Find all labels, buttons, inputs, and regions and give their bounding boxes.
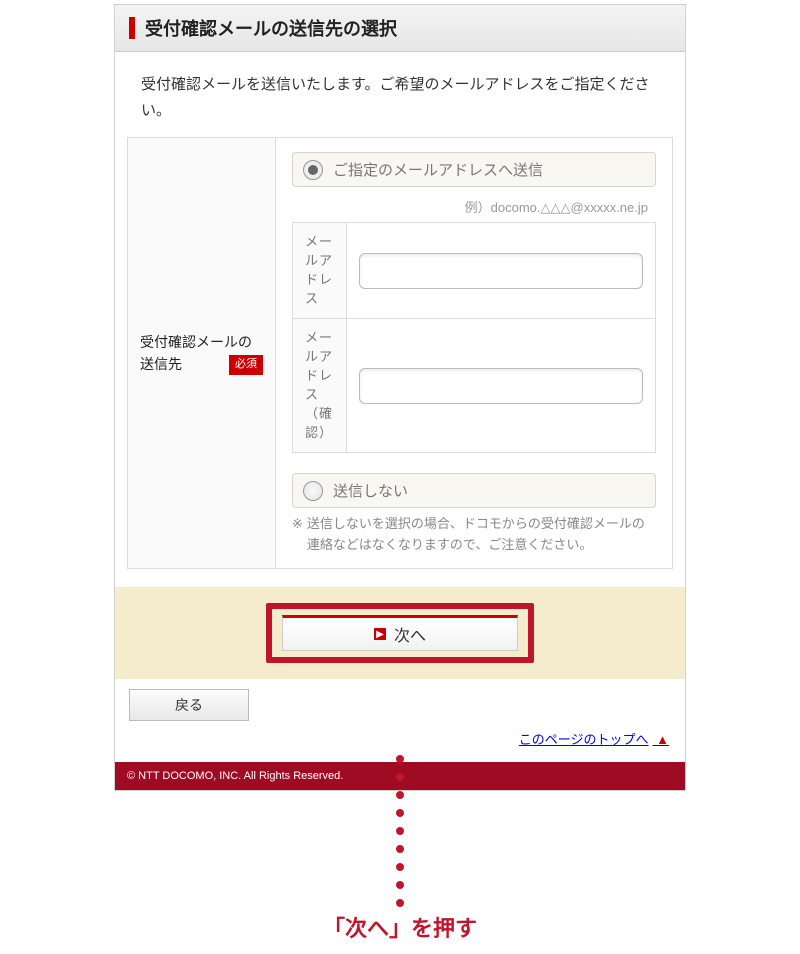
mail-confirm-input[interactable] [359,368,643,404]
section-header: 受付確認メールの送信先の選択 [115,5,685,52]
radio-icon [303,481,323,501]
radio-label-send: ご指定のメールアドレスへ送信 [333,159,543,180]
example-text: 例）docomo.△△△@xxxxx.ne.jp [292,191,656,222]
section-title: 受付確認メールの送信先の選択 [145,15,397,41]
accent-bar-icon [129,17,135,39]
intro-text: 受付確認メールを送信いたします。ご希望のメールアドレスをご指定ください。 [115,52,685,137]
button-band: ▶ 次へ [115,587,685,679]
back-button-label: 戻る [175,695,203,715]
radio-option-send[interactable]: ご指定のメールアドレスへ送信 [292,152,656,187]
next-button-label: 次へ [394,622,426,646]
note-mark: ※ [292,514,303,556]
back-button[interactable]: 戻る [129,689,249,721]
triangle-up-icon: ▲ [653,732,669,747]
field-label-cell: 受付確認メールの送信先 必須 [128,138,276,568]
mail-input[interactable] [359,253,643,289]
radio-option-nosend[interactable]: 送信しない [292,473,656,508]
required-badge: 必須 [229,355,263,375]
input-table: メールアドレス メールアドレス（確認） [292,222,656,453]
next-highlight-box: ▶ 次へ [266,603,534,663]
radio-label-nosend: 送信しない [333,480,408,501]
label-mail: メールアドレス [293,223,347,319]
note: ※ 送信しないを選択の場合、ドコモからの受付確認メールの連絡などはなくなりますの… [292,514,656,556]
arrow-right-icon: ▶ [374,628,386,640]
page-top-link[interactable]: このページのトップへ ▲ [519,732,669,747]
note-text: 送信しないを選択の場合、ドコモからの受付確認メールの連絡などはなくなりますので、… [307,514,656,556]
form-box: 受付確認メールの送信先 必須 ご指定のメールアドレスへ送信 例）docomo.△… [127,137,673,569]
radio-icon [303,160,323,180]
callout-connector-icon [396,750,404,912]
next-button[interactable]: ▶ 次へ [282,615,518,651]
label-mail-confirm: メールアドレス（確認） [293,319,347,453]
